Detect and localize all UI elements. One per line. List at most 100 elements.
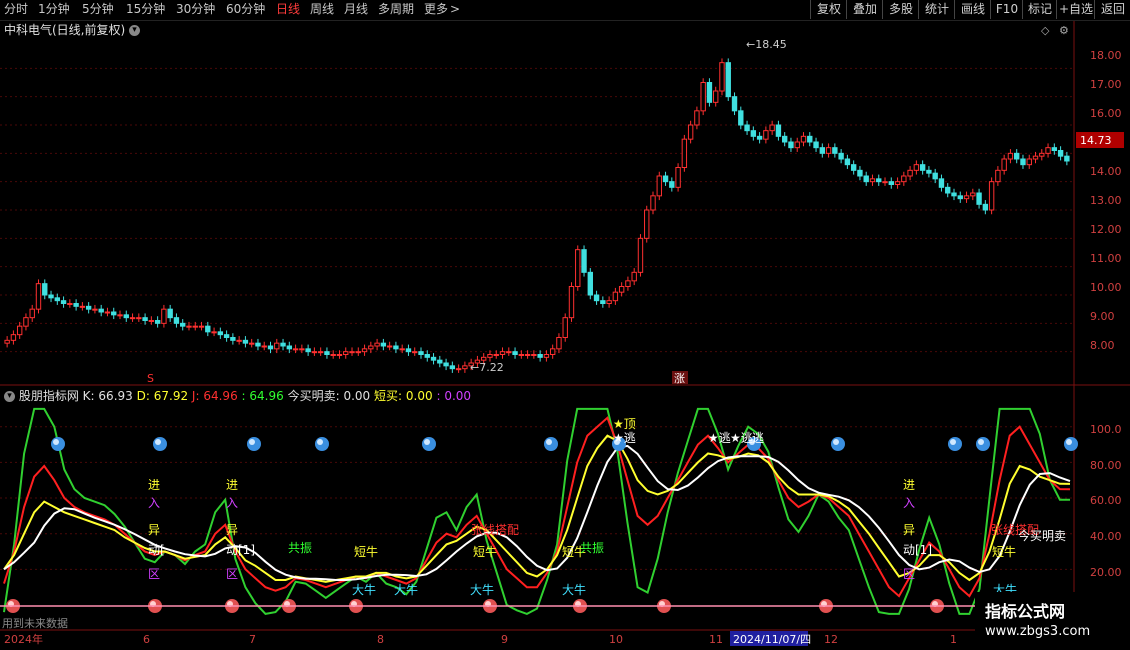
- blue-signal-dot: [51, 437, 65, 451]
- draw-line-button[interactable]: 画线: [954, 0, 991, 19]
- blue-signal-dot: [612, 437, 626, 451]
- yi-label: 异: [226, 523, 238, 537]
- period-tab-daily[interactable]: 日线: [276, 2, 300, 17]
- red-signal-dot: [483, 599, 497, 613]
- last-label: :: [436, 389, 441, 403]
- overlay-button[interactable]: 叠加: [846, 0, 883, 19]
- back-button[interactable]: 返回: [1094, 0, 1130, 19]
- period-tab-more[interactable]: 更多: [424, 2, 448, 17]
- candle-body: [706, 82, 713, 103]
- date-label: 8: [377, 633, 384, 646]
- date-label: 11: [709, 633, 723, 646]
- candle-body: [242, 339, 249, 344]
- duanniu-label: 短牛: [992, 544, 1016, 559]
- candle-body: [1014, 152, 1020, 160]
- period-tab-fenshi[interactable]: 分时: [4, 2, 28, 17]
- mark-button[interactable]: 标记: [1022, 0, 1057, 19]
- candle-body: [606, 300, 612, 304]
- price-grid: [0, 67, 1074, 353]
- j-value: 64.96: [203, 389, 238, 403]
- period-tab-1min[interactable]: 1分钟: [38, 2, 70, 17]
- candle-body: [380, 342, 387, 347]
- k-label: K:: [82, 389, 95, 403]
- date-label: 12: [824, 633, 838, 646]
- chevron-down-icon[interactable]: ▾: [129, 25, 141, 36]
- chevron-down-icon[interactable]: ▾: [4, 391, 15, 402]
- price-tick: 12.00: [1090, 223, 1122, 236]
- red-signal-dot: [225, 599, 239, 613]
- short-buy-value: 0.00: [405, 389, 433, 403]
- f10-button[interactable]: F10: [990, 0, 1023, 19]
- chevron-right-icon: >: [450, 2, 461, 16]
- candle-body: [562, 317, 568, 338]
- period-toolbar: 分时 1分钟 5分钟 15分钟 30分钟 60分钟 日线 周线 月线 多周期 更…: [0, 0, 1130, 21]
- indicator-tick: 60.00: [1090, 494, 1122, 507]
- candle-body: [631, 271, 637, 282]
- d-line: [3, 434, 1071, 583]
- candle-body: [167, 308, 173, 319]
- candle-body: [280, 342, 286, 347]
- cursor-date: 2024/11/07/四: [733, 633, 811, 646]
- candle-body: [1032, 155, 1039, 160]
- period-tab-weekly[interactable]: 周线: [310, 2, 334, 17]
- candle-body: [16, 325, 23, 336]
- price-tick: 10.00: [1090, 281, 1122, 294]
- candle-body: [42, 283, 48, 296]
- period-tab-5min[interactable]: 5分钟: [82, 2, 114, 17]
- restore-rights-button[interactable]: 复权: [810, 0, 847, 19]
- period-tab-multi[interactable]: 多周期: [378, 2, 414, 17]
- candle-body: [694, 110, 700, 126]
- red-signal-dot: [657, 599, 671, 613]
- gongzhen-label: 共振: [580, 541, 604, 555]
- candle-body: [650, 195, 656, 211]
- ru-label: 入: [226, 496, 238, 510]
- yi-label: 异: [148, 523, 160, 537]
- candle-body: [951, 192, 957, 197]
- candle-body: [669, 181, 675, 188]
- candle-body: [819, 147, 826, 154]
- candle-body: [945, 186, 951, 194]
- dong-label: 动[: [148, 543, 165, 557]
- candle-body: [123, 314, 129, 319]
- add-watchlist-button[interactable]: +自选: [1056, 0, 1095, 19]
- candle-body: [48, 294, 54, 299]
- indicator-title: ▾ 股朋指标网 K: 66.93 D: 67.92 J: 64.96 : 64.…: [4, 387, 471, 404]
- indicator-tick: 20.00: [1090, 566, 1122, 579]
- tao-label: 逃: [752, 431, 764, 445]
- candle-body: [154, 320, 161, 324]
- period-tab-15min[interactable]: 15分钟: [126, 2, 165, 17]
- last-value: 0.00: [444, 389, 472, 403]
- candle-body: [481, 356, 487, 361]
- candle-body: [111, 311, 117, 316]
- candle-body: [336, 354, 343, 356]
- candle-body: [531, 354, 537, 356]
- period-tab-monthly[interactable]: 月线: [344, 2, 368, 17]
- candle-body: [455, 368, 462, 371]
- multi-stock-button[interactable]: 多股: [882, 0, 919, 19]
- settings-icon: ⚙: [1059, 24, 1069, 37]
- statistics-button[interactable]: 统计: [918, 0, 955, 19]
- candle-body: [355, 351, 361, 354]
- price-tick: 9.00: [1090, 310, 1115, 323]
- candle-body: [85, 305, 92, 310]
- candle-body: [970, 192, 976, 197]
- red-signal-dot: [6, 599, 20, 613]
- candle-body: [405, 348, 412, 353]
- zhang-marker-bg: [672, 371, 688, 384]
- candle-body: [311, 351, 318, 354]
- candle-body: [713, 90, 719, 103]
- candle-body: [299, 348, 305, 351]
- candle-body: [537, 354, 543, 358]
- candle-body: [788, 141, 794, 149]
- period-tab-30min[interactable]: 30分钟: [176, 2, 215, 17]
- candle-body: [424, 354, 430, 358]
- candle-body: [98, 308, 104, 313]
- zhangxian-label: 张线搭配: [991, 523, 1039, 537]
- dong-label: 动[1]: [226, 543, 255, 557]
- stock-title-text: 中科电气(日线,前复权): [4, 23, 126, 37]
- price-tick: 17.00: [1090, 78, 1122, 91]
- candle-body: [512, 351, 518, 355]
- zhangxian-label: 张线搭配: [471, 523, 519, 537]
- candle-body: [236, 339, 242, 342]
- period-tab-60min[interactable]: 60分钟: [226, 2, 265, 17]
